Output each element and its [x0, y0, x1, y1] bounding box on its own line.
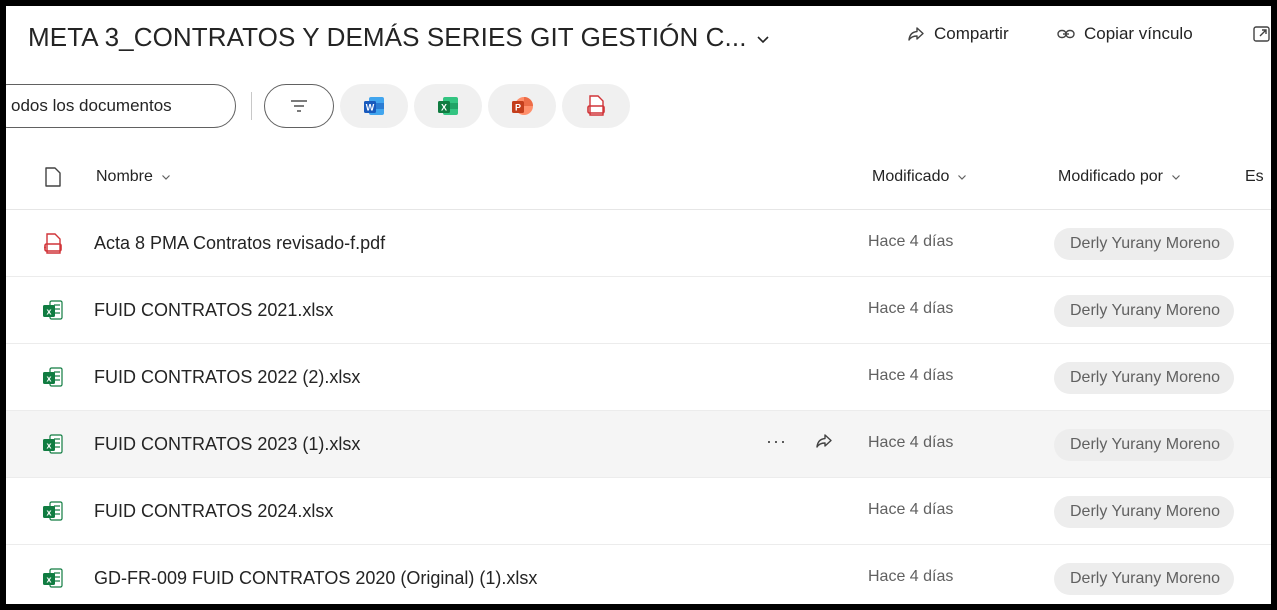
column-modified-label: Modificado: [872, 168, 950, 185]
svg-text:x: x: [46, 508, 51, 518]
library-header: META 3_CONTRATOS Y DEMÁS SERIES GIT GEST…: [6, 6, 1271, 68]
modified-by-person[interactable]: Derly Yurany Moreno: [1054, 563, 1234, 595]
modified-date: Hace 4 días: [868, 367, 954, 384]
column-status[interactable]: Es: [1245, 168, 1264, 186]
page-title[interactable]: META 3_CONTRATOS Y DEMÁS SERIES GIT GEST…: [28, 22, 747, 53]
share-button[interactable]: Compartir: [906, 24, 1009, 44]
table-row[interactable]: x GD-FR-009 FUID CONTRATOS 2020 (Original…: [6, 545, 1271, 604]
filter-icon: [291, 100, 307, 112]
file-list: Acta 8 PMA Contratos revisado-f.pdf Hace …: [6, 210, 1271, 604]
view-selector[interactable]: odos los documentos: [6, 84, 236, 128]
toolbar: odos los documentos W X P: [6, 84, 1271, 130]
file-name-link[interactable]: FUID CONTRATOS 2023 (1).xlsx: [94, 434, 360, 455]
files-table: Nombre Modificado Modificado por Es Acta…: [6, 144, 1271, 604]
svg-text:x: x: [46, 374, 51, 384]
chevron-down-icon[interactable]: [756, 32, 770, 46]
modified-by-person[interactable]: Derly Yurany Moreno: [1054, 228, 1234, 260]
excel-file-icon: x: [42, 366, 64, 388]
filter-button[interactable]: [264, 84, 334, 128]
file-type-icon[interactable]: [44, 166, 62, 188]
share-label: Compartir: [934, 24, 1009, 43]
file-name-link[interactable]: FUID CONTRATOS 2021.xlsx: [94, 300, 333, 321]
table-row[interactable]: x FUID CONTRATOS 2021.xlsx Hace 4 días Derl…: [6, 277, 1271, 344]
pdf-file-icon: [42, 232, 64, 254]
share-icon[interactable]: [814, 431, 834, 451]
filter-excel-button[interactable]: X: [414, 84, 482, 128]
svg-text:x: x: [46, 575, 51, 585]
modified-by-person[interactable]: Derly Yurany Moreno: [1054, 429, 1234, 461]
modified-date: Hace 4 días: [868, 300, 954, 317]
modified-date: Hace 4 días: [868, 568, 954, 585]
modified-by-person[interactable]: Derly Yurany Moreno: [1054, 295, 1234, 327]
modified-date: Hace 4 días: [868, 434, 954, 451]
pdf-icon: [587, 95, 605, 116]
more-actions-button[interactable]: ···: [766, 431, 787, 452]
excel-file-icon: x: [42, 433, 64, 455]
divider: [251, 92, 252, 120]
file-name-link[interactable]: Acta 8 PMA Contratos revisado-f.pdf: [94, 233, 385, 254]
column-modified-by[interactable]: Modificado por: [1058, 168, 1181, 186]
copy-link-label: Copiar vínculo: [1084, 24, 1193, 43]
copy-link-button[interactable]: Copiar vínculo: [1056, 24, 1193, 44]
column-name[interactable]: Nombre: [96, 168, 171, 186]
filter-pdf-button[interactable]: [562, 84, 630, 128]
table-row[interactable]: x FUID CONTRATOS 2024.xlsx Hace 4 días Derl…: [6, 478, 1271, 545]
powerpoint-icon: P: [512, 97, 533, 115]
chevron-down-icon: [958, 175, 967, 180]
word-icon: W: [364, 97, 384, 115]
svg-text:P: P: [515, 103, 521, 113]
link-icon: [1057, 29, 1075, 39]
table-row[interactable]: Acta 8 PMA Contratos revisado-f.pdf Hace …: [6, 210, 1271, 277]
open-external-icon: [1253, 26, 1270, 42]
column-name-label: Nombre: [96, 168, 153, 185]
modified-by-person[interactable]: Derly Yurany Moreno: [1054, 496, 1234, 528]
open-external-button[interactable]: [1252, 24, 1271, 44]
filter-word-button[interactable]: W: [340, 84, 408, 128]
filter-powerpoint-button[interactable]: P: [488, 84, 556, 128]
modified-date: Hace 4 días: [868, 233, 954, 250]
column-modified-by-label: Modificado por: [1058, 168, 1163, 185]
chevron-down-icon: [161, 175, 170, 180]
svg-text:x: x: [46, 307, 51, 317]
table-row[interactable]: x FUID CONTRATOS 2023 (1).xlsx ··· Hace 4 d…: [6, 411, 1271, 478]
column-modified[interactable]: Modificado: [872, 168, 967, 186]
modified-date: Hace 4 días: [868, 501, 954, 518]
svg-text:W: W: [366, 103, 375, 113]
file-name-link[interactable]: FUID CONTRATOS 2022 (2).xlsx: [94, 367, 360, 388]
chevron-down-icon: [1172, 175, 1180, 180]
excel-icon: X: [438, 97, 458, 115]
excel-file-icon: x: [42, 567, 64, 589]
share-icon: [908, 27, 924, 41]
excel-file-icon: x: [42, 299, 64, 321]
document-library: META 3_CONTRATOS Y DEMÁS SERIES GIT GEST…: [6, 6, 1271, 604]
file-name-link[interactable]: GD-FR-009 FUID CONTRATOS 2020 (Original)…: [94, 568, 537, 589]
file-name-link[interactable]: FUID CONTRATOS 2024.xlsx: [94, 501, 333, 522]
svg-text:x: x: [46, 441, 51, 451]
excel-file-icon: x: [42, 500, 64, 522]
table-header: Nombre Modificado Modificado por Es: [6, 144, 1271, 210]
table-row[interactable]: x FUID CONTRATOS 2022 (2).xlsx Hace 4 días…: [6, 344, 1271, 411]
svg-text:X: X: [441, 103, 447, 113]
modified-by-person[interactable]: Derly Yurany Moreno: [1054, 362, 1234, 394]
